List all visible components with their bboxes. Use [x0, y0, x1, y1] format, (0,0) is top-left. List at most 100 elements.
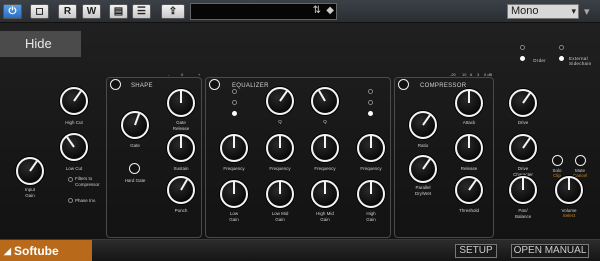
volume-knob[interactable] — [555, 176, 583, 204]
gate-release-label: Gate Release — [172, 120, 190, 131]
external-sidechain-label: External Sidechain — [569, 56, 592, 66]
shape-title: SHAPE — [131, 83, 153, 89]
write-automation-button[interactable]: W — [82, 4, 101, 19]
host-toolbar: ⏻ ◻ R W ▤ ☰ ⇪ ⇅ ◆ Mono ▾ ▾ — [0, 0, 600, 23]
sidechain-led-1[interactable] — [559, 45, 564, 50]
export-icon[interactable]: ⇪ — [161, 4, 185, 19]
low-mid-frequency-knob[interactable] — [266, 134, 294, 162]
gate-label: Gate — [130, 143, 140, 148]
phase-inv-led[interactable] — [68, 198, 73, 203]
shape-enable-switch[interactable] — [110, 79, 121, 90]
parallel-knob[interactable] — [409, 155, 437, 183]
high-frequency-knob[interactable] — [357, 134, 385, 162]
attack-knob[interactable] — [455, 89, 483, 117]
eq-mode-led-1[interactable] — [232, 89, 237, 94]
release-knob[interactable] — [455, 134, 483, 162]
softube-logo[interactable]: ◢ Softube — [0, 240, 92, 261]
compare-icon[interactable]: ◻ — [30, 4, 49, 19]
shape-scale-minus: - — [168, 72, 170, 77]
preset-field[interactable]: ⇅ ◆ — [190, 3, 337, 20]
eq-high-led-3[interactable] — [368, 111, 373, 116]
low-mid-gain-label: Low Mid Gain — [271, 211, 289, 222]
high-mid-gain-label: High Mid Gain — [316, 211, 334, 222]
threshold-label: Threshold — [458, 208, 479, 213]
hard-gate-label: Hard Gate — [124, 178, 146, 183]
solo-switch[interactable] — [552, 155, 563, 166]
softube-logo-icon: ◢ — [4, 246, 11, 256]
threshold-knob[interactable] — [455, 176, 483, 204]
drive-knob[interactable] — [509, 89, 537, 117]
ratio-label: Ratio — [417, 143, 429, 148]
eq-high-led-2[interactable] — [368, 100, 373, 105]
gr-scale-20: -20 — [450, 72, 456, 77]
order-led-2[interactable] — [520, 56, 525, 61]
order-led-1[interactable] — [520, 45, 525, 50]
hard-gate-switch[interactable] — [129, 163, 140, 174]
high-gain-label: High Gain — [366, 211, 376, 222]
preset-arrows-icon[interactable]: ⇅ — [313, 5, 321, 16]
low-cut-knob[interactable] — [60, 133, 88, 161]
gate-release-knob[interactable] — [167, 89, 195, 117]
mute-switch[interactable] — [575, 155, 586, 166]
brand-name: Softube — [14, 244, 59, 258]
read-automation-button[interactable]: R — [58, 4, 77, 19]
more-chevron-icon[interactable]: ▾ — [584, 5, 590, 18]
low-mid-frequency-label: Frequency — [269, 166, 291, 171]
shape-scale-plus: + — [198, 72, 201, 77]
equalizer-title: EQUALIZER — [232, 83, 269, 89]
low-cut-label: Low Cut — [65, 166, 83, 171]
pan-balance-knob[interactable] — [509, 176, 537, 204]
high-gain-knob[interactable] — [357, 180, 385, 208]
power-icon[interactable]: ⏻ — [3, 4, 22, 19]
punch-knob[interactable] — [167, 176, 195, 204]
high-mid-frequency-knob[interactable] — [311, 134, 339, 162]
gr-scale-3: 3 — [477, 72, 480, 77]
low-mid-q-label: Q — [278, 119, 282, 124]
input-gain-knob[interactable] — [16, 157, 44, 185]
release-label: Release — [460, 166, 478, 171]
high-cut-knob[interactable] — [60, 87, 88, 115]
high-mid-q-knob[interactable] — [311, 87, 339, 115]
high-mid-gain-knob[interactable] — [311, 180, 339, 208]
gr-scale-6: 6 — [470, 72, 473, 77]
eq-mode-led-3[interactable] — [232, 111, 237, 116]
menu-icon[interactable]: ☰ — [132, 4, 151, 19]
diamond-icon[interactable]: ◆ — [326, 5, 334, 16]
punch-label: Punch — [174, 208, 188, 213]
drive-label: Drive — [517, 120, 529, 125]
gr-scale-0db: 0 dB — [484, 72, 493, 77]
drive-character-knob[interactable] — [509, 134, 537, 162]
low-frequency-knob[interactable] — [220, 134, 248, 162]
chevron-down-icon: ▾ — [571, 6, 576, 16]
ab-compare-icon[interactable]: ▤ — [109, 4, 128, 19]
compressor-enable-switch[interactable] — [398, 79, 409, 90]
sustain-knob[interactable] — [167, 134, 195, 162]
ratio-knob[interactable] — [409, 111, 437, 139]
high-cut-label: High Cut — [65, 120, 83, 125]
eq-enable-switch[interactable] — [209, 79, 220, 90]
low-gain-label: Low Gain — [229, 211, 239, 222]
compressor-title: COMPRESSOR — [420, 83, 467, 89]
eq-high-led-1[interactable] — [368, 89, 373, 94]
gate-knob[interactable] — [121, 111, 149, 139]
sidechain-led-2[interactable] — [559, 56, 564, 61]
low-frequency-label: Frequency — [223, 166, 245, 171]
high-mid-q-label: Q — [323, 119, 327, 124]
pan-balance-label: Pan/ Balance — [515, 208, 532, 219]
channel-mode-value: Mono — [511, 5, 539, 17]
setup-button[interactable]: SETUP — [455, 244, 497, 258]
low-mid-q-knob[interactable] — [266, 87, 294, 115]
low-mid-gain-knob[interactable] — [266, 180, 294, 208]
volume-select-label: Select — [562, 213, 576, 218]
high-mid-frequency-label: Frequency — [314, 166, 336, 171]
filters-to-compressor-led[interactable] — [68, 177, 73, 182]
shape-scale-zero: 0 — [181, 72, 184, 77]
eq-mode-led-2[interactable] — [232, 100, 237, 105]
low-gain-knob[interactable] — [220, 180, 248, 208]
parallel-label: Parallel Dry/Wet — [414, 185, 432, 196]
channel-mode-select[interactable]: Mono ▾ — [507, 4, 579, 19]
gr-scale-10: 10 — [462, 72, 467, 77]
open-manual-button[interactable]: OPEN MANUAL — [511, 244, 589, 258]
attack-label: Attack — [462, 120, 476, 125]
hide-button[interactable]: Hide — [0, 31, 81, 57]
